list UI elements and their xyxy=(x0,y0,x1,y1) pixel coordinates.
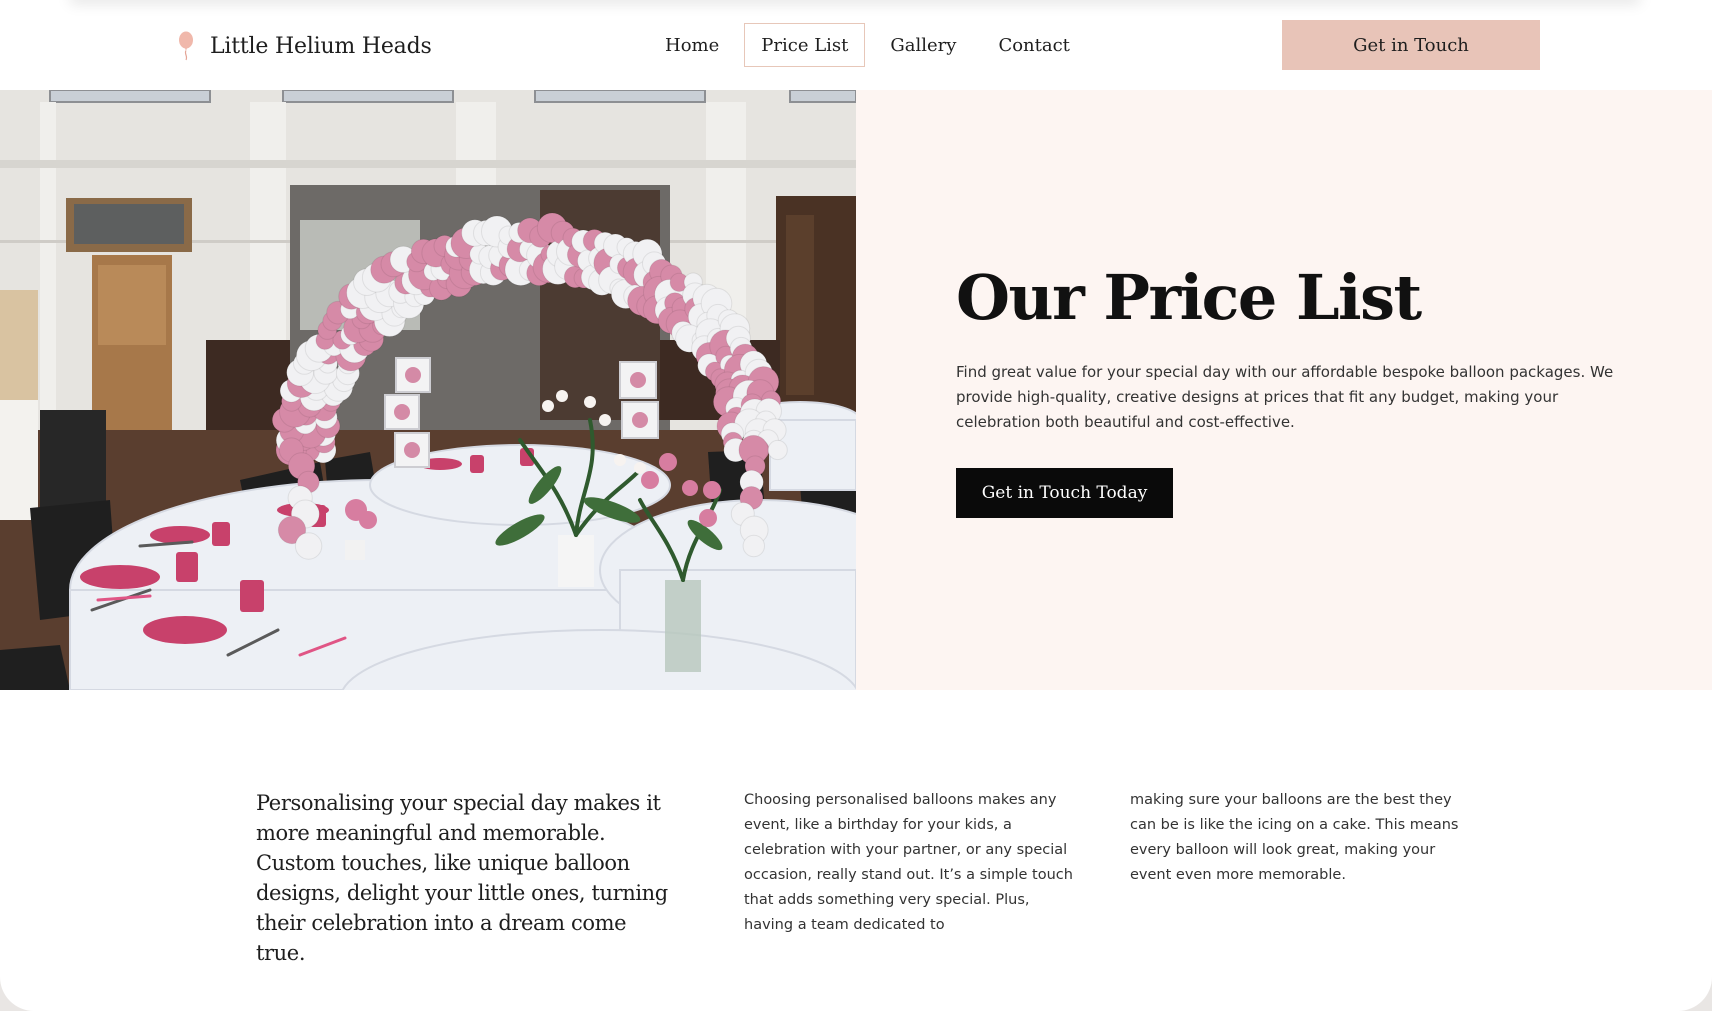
intro-lead-text: Personalising your special day makes it … xyxy=(256,791,668,965)
hero-section: Our Price List Find great value for your… xyxy=(0,90,1712,690)
site-header: Little Helium Heads Home Price List Gall… xyxy=(0,0,1712,90)
nav-item-contact[interactable]: Contact xyxy=(981,23,1086,67)
hero-image xyxy=(0,90,856,690)
hero-description: Find great value for your special day wi… xyxy=(956,363,1614,431)
get-in-touch-today-button[interactable]: Get in Touch Today xyxy=(956,468,1173,518)
hero-panel: Our Price List Find great value for your… xyxy=(856,90,1712,690)
intro-section: Personalising your special day makes it … xyxy=(0,690,1712,1011)
balloon xyxy=(767,439,788,461)
nav-item-home[interactable]: Home xyxy=(648,23,736,67)
page-title: Our Price List xyxy=(956,261,1422,334)
balloon-icon xyxy=(179,31,193,61)
site-logo[interactable]: Little Helium Heads xyxy=(176,28,432,64)
get-in-touch-button[interactable]: Get in Touch xyxy=(1282,20,1540,70)
nav-item-price-list[interactable]: Price List xyxy=(744,23,866,67)
intro-column-1: Choosing personalised balloons makes any… xyxy=(744,792,1073,933)
balloon xyxy=(294,532,323,560)
balloon xyxy=(742,534,765,558)
nav-item-gallery[interactable]: Gallery xyxy=(873,23,973,67)
main-nav: Home Price List Gallery Contact xyxy=(648,23,1095,67)
page: Little Helium Heads Home Price List Gall… xyxy=(0,0,1712,1011)
balloon-arch-photo xyxy=(0,90,856,690)
intro-column-2: making sure your balloons are the best t… xyxy=(1130,792,1459,883)
brand-name: Little Helium Heads xyxy=(210,33,432,59)
